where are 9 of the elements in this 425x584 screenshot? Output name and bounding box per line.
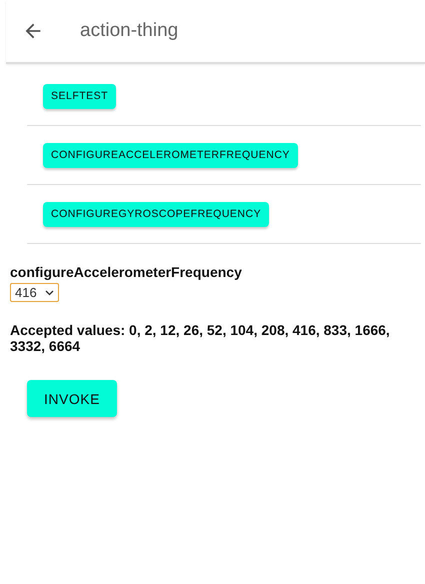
action-button[interactable]: CONFIGUREGYROSCOPEFREQUENCY	[43, 202, 270, 226]
caret-icon	[44, 290, 54, 296]
value-dropdown[interactable]: 416	[10, 283, 59, 302]
invoke-button[interactable]: INVOKE	[27, 380, 117, 417]
form-title: configureAccelerometerFrequency	[10, 264, 243, 280]
page-title: action-thing	[80, 20, 178, 42]
action-button[interactable]: SELFTEST	[43, 84, 116, 108]
accepted-values-text: Accepted values: 0, 2, 12, 26, 52, 104, 208, 416, 833, 1666, 3332, 6664	[10, 322, 391, 354]
action-button[interactable]: CONFIGUREACCELEROMETERFREQUENCY	[43, 142, 298, 168]
